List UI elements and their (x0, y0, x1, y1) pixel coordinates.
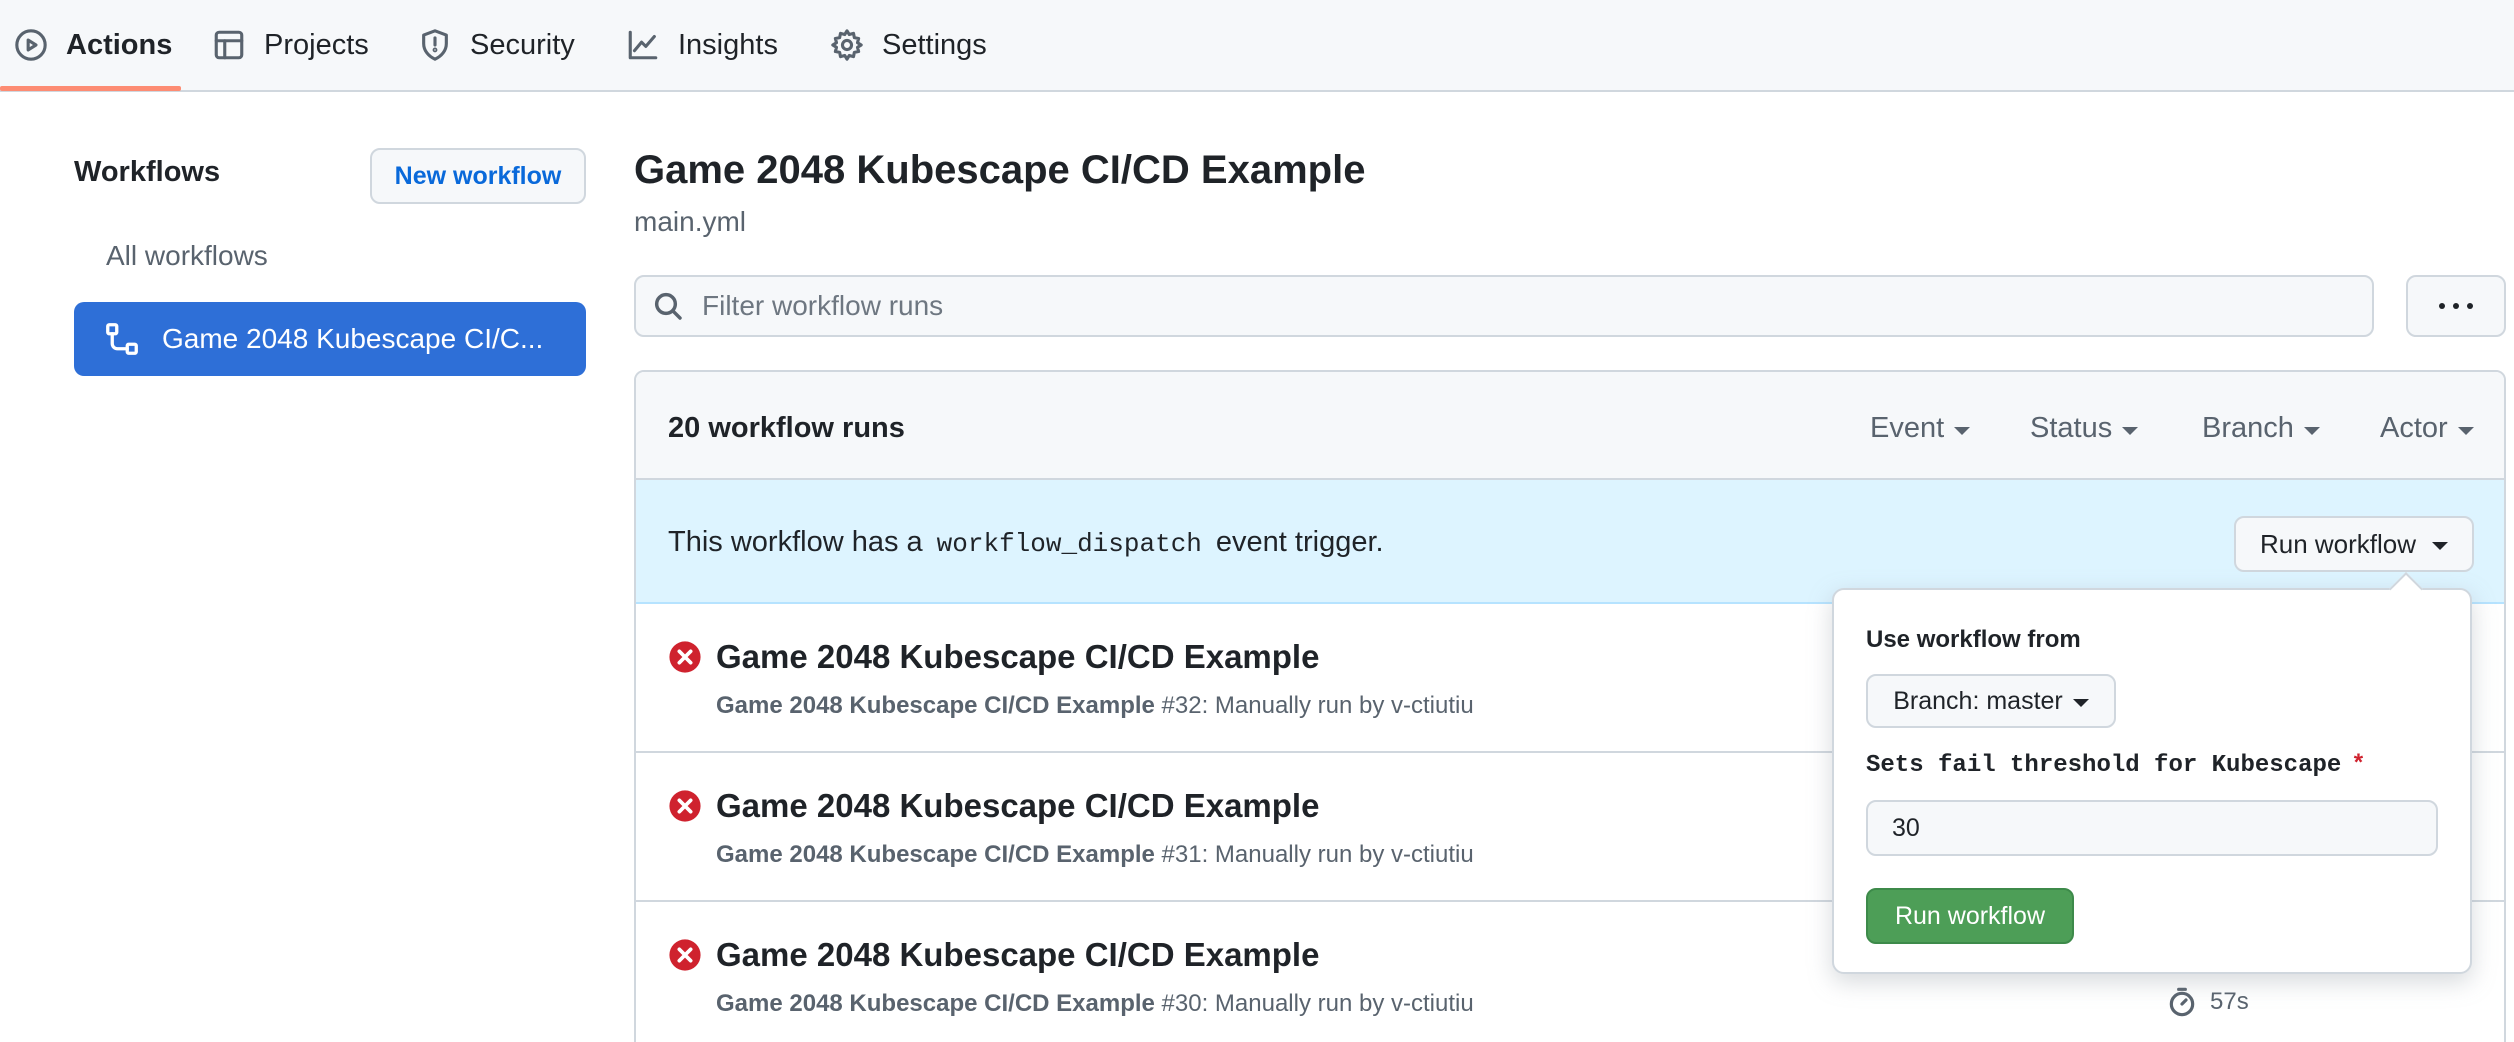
repo-nav: Actions Projects Security Insights Setti… (0, 0, 2514, 92)
threshold-label: Sets fail threshold for Kubescape * (1866, 752, 2366, 779)
dropdown-label: Actor (2380, 412, 2448, 444)
caret-down-icon (2072, 699, 2089, 707)
tab-label: Projects (264, 28, 369, 61)
stopwatch-icon (2169, 987, 2195, 1017)
new-workflow-button[interactable]: New workflow (370, 148, 586, 204)
event-filter-dropdown[interactable]: Event (1870, 412, 1971, 445)
required-indicator: * (2351, 752, 2366, 779)
x-circle-fill-icon (669, 939, 701, 971)
branch-select-label: Branch: master (1893, 686, 2063, 715)
kebab-dot-icon (2453, 303, 2459, 309)
run-title[interactable]: Game 2048 Kubescape CI/CD Example (716, 936, 1319, 974)
caret-down-icon (2432, 542, 2449, 550)
caret-down-icon (2122, 426, 2139, 435)
run-workflow-name: Game 2048 Kubescape CI/CD Example (716, 841, 1155, 868)
tab-settings[interactable]: Settings (830, 0, 987, 90)
run-detail: #32: Manually run by v-ctiutiu (1154, 692, 1474, 719)
tab-actions[interactable]: Actions (14, 0, 172, 90)
run-duration: 57s (2166, 986, 2249, 1018)
more-options-button[interactable] (2406, 275, 2506, 337)
play-icon (15, 29, 47, 61)
tab-label: Insights (678, 28, 778, 61)
dropdown-label: Event (1870, 412, 1945, 444)
run-workflow-dropdown-button[interactable]: Run workflow (2234, 516, 2474, 572)
dispatch-code: workflow_dispatch (936, 529, 1202, 559)
x-circle-fill-icon (669, 641, 701, 673)
graph-icon (628, 30, 658, 60)
sidebar-item-label: Game 2048 Kubescape CI/C... (162, 323, 544, 354)
branch-filter-dropdown[interactable]: Branch (2202, 412, 2320, 445)
run-workflow-name: Game 2048 Kubescape CI/CD Example (716, 692, 1155, 719)
filter-box (634, 275, 2374, 337)
gear-icon (831, 29, 863, 61)
kebab-dot-icon (2467, 303, 2473, 309)
tab-label: Settings (882, 28, 987, 61)
workflow-file-link[interactable]: main.yml (634, 206, 746, 238)
status-filter-dropdown[interactable]: Status (2030, 412, 2139, 445)
workflow-icon (106, 323, 138, 355)
kebab-dot-icon (2439, 303, 2445, 309)
run-title[interactable]: Game 2048 Kubescape CI/CD Example (716, 787, 1319, 825)
dispatch-banner: This workflow has a workflow_dispatch ev… (636, 480, 2504, 604)
tab-projects[interactable]: Projects (212, 0, 369, 90)
run-workflow-submit-button[interactable]: Run workflow (1866, 888, 2074, 944)
run-duration-value: 57s (2210, 988, 2249, 1015)
active-tab-underline (0, 86, 181, 91)
runs-count: 20 workflow runs (668, 412, 905, 444)
run-detail: #31: Manually run by v-ctiutiu (1154, 841, 1474, 868)
run-meta: Game 2048 Kubescape CI/CD Example #30: M… (716, 990, 1474, 1018)
dropdown-label: Branch (2202, 412, 2294, 444)
run-meta: Game 2048 Kubescape CI/CD Example #32: M… (716, 692, 1474, 720)
branch-select-button[interactable]: Branch: master (1866, 674, 2116, 728)
shield-icon (422, 29, 448, 61)
run-workflow-name: Game 2048 Kubescape CI/CD Example (716, 990, 1155, 1017)
run-meta: Game 2048 Kubescape CI/CD Example #31: M… (716, 841, 1474, 869)
dispatch-message: This workflow has a workflow_dispatch ev… (668, 526, 1384, 559)
use-workflow-from-label: Use workflow from (1866, 626, 2081, 653)
tab-security[interactable]: Security (418, 0, 575, 90)
tab-insights[interactable]: Insights (626, 0, 778, 90)
run-title[interactable]: Game 2048 Kubescape CI/CD Example (716, 638, 1319, 676)
dropdown-label: Status (2030, 412, 2113, 444)
threshold-label-text: Sets fail threshold for Kubescape (1866, 752, 2342, 779)
sidebar-title: Workflows (74, 156, 221, 188)
x-circle-fill-icon (669, 790, 701, 822)
page-title: Game 2048 Kubescape CI/CD Example (634, 148, 1366, 192)
caret-down-icon (1954, 426, 1971, 435)
run-workflow-label: Run workflow (2259, 528, 2417, 559)
caret-down-icon (2457, 426, 2474, 435)
threshold-input[interactable] (1866, 800, 2438, 856)
run-workflow-popover: Use workflow from Branch: master Sets fa… (1832, 572, 2472, 974)
dispatch-prefix: This workflow has a (668, 526, 923, 558)
runs-header: 20 workflow runs Event Status Branch Act… (636, 372, 2504, 480)
actor-filter-dropdown[interactable]: Actor (2380, 412, 2474, 445)
tab-label: Security (470, 28, 575, 61)
caret-down-icon (2303, 426, 2320, 435)
sidebar-item-workflow[interactable]: Game 2048 Kubescape CI/C... (74, 302, 586, 376)
filter-runs-input[interactable] (702, 290, 2302, 322)
dispatch-suffix: event trigger. (1215, 526, 1384, 558)
run-detail: #30: Manually run by v-ctiutiu (1154, 990, 1474, 1017)
search-icon (654, 292, 682, 320)
sidebar-item-all-workflows[interactable]: All workflows (106, 240, 268, 272)
table-icon (214, 30, 244, 60)
tab-label: Actions (66, 28, 173, 61)
